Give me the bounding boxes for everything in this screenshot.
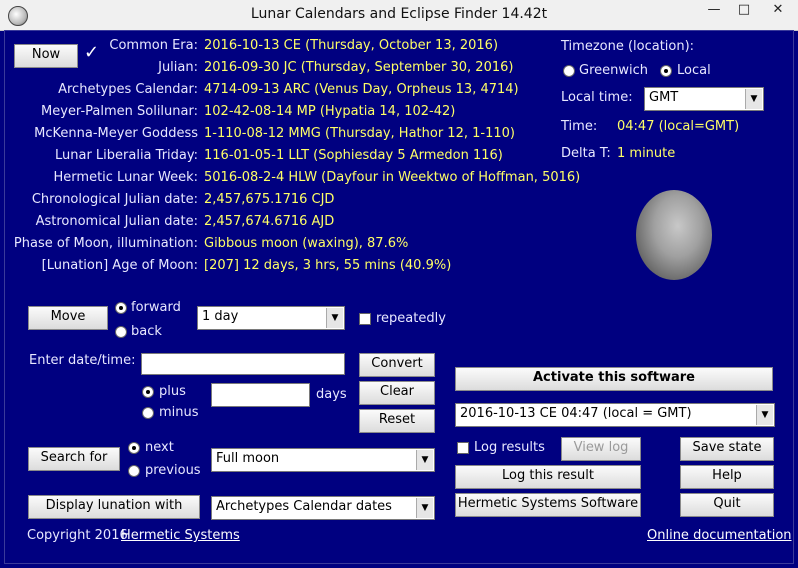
row-value-archetypes: 4714-09-13 ARC (Venus Day, Orpheus 13, 4…: [204, 82, 519, 97]
date-time-input[interactable]: [141, 353, 345, 375]
result-select[interactable]: 2016-10-13 CE 04:47 (local = GMT) ▼: [455, 403, 775, 427]
row-value-phase: Gibbous moon (waxing), 87.6%: [204, 236, 409, 251]
result-select-value: 2016-10-13 CE 04:47 (local = GMT): [460, 406, 692, 421]
row-label-astro-jd: Astronomical Julian date:: [35, 214, 198, 229]
log-results-checkbox[interactable]: [457, 442, 469, 454]
row-value-mckenna-meyer: 1-110-08-12 MMG (Thursday, Hathor 12, 1-…: [204, 126, 515, 141]
row-label-julian: Julian:: [158, 60, 198, 75]
row-value-astro-jd: 2,457,674.6716 AJD: [204, 214, 335, 229]
row-label-archetypes: Archetypes Calendar:: [58, 82, 198, 97]
repeatedly-label: repeatedly: [376, 311, 446, 326]
save-state-button[interactable]: Save state: [680, 437, 774, 461]
row-value-hermetic-week: 5016-08-2-4 HLW (Dayfour in Weektwo of H…: [204, 170, 581, 185]
maximize-button[interactable]: □: [730, 0, 758, 22]
search-for-button[interactable]: Search for: [28, 447, 120, 471]
greenwich-label: Greenwich: [579, 63, 648, 78]
row-label-hermetic-week: Hermetic Lunar Week:: [53, 170, 198, 185]
previous-label: previous: [145, 463, 201, 478]
log-results-label: Log results: [474, 440, 545, 455]
time-label: Time:: [561, 119, 598, 134]
window-title: Lunar Calendars and Eclipse Finder 14.42…: [250, 6, 548, 22]
local-radio[interactable]: [660, 65, 672, 77]
row-label-common-era: Common Era:: [109, 38, 198, 53]
row-label-chrono-jd: Chronological Julian date:: [31, 192, 198, 207]
delta-t-label: Delta T:: [561, 146, 611, 161]
hermetic-systems-link[interactable]: Hermetic Systems: [121, 528, 240, 543]
days-input[interactable]: [211, 383, 310, 407]
lunation-dates-select[interactable]: Archetypes Calendar dates ▼: [211, 496, 435, 520]
previous-radio[interactable]: [128, 465, 140, 477]
forward-radio[interactable]: [115, 302, 127, 314]
local-time-select-value: GMT: [649, 90, 679, 105]
back-radio[interactable]: [115, 326, 127, 338]
reset-button[interactable]: Reset: [359, 409, 435, 433]
timezone-heading: Timezone (location):: [561, 39, 695, 54]
chevron-down-icon: ▼: [326, 308, 343, 328]
plus-radio[interactable]: [142, 386, 154, 398]
row-value-age: [207] 12 days, 3 hrs, 55 mins (40.9%): [204, 258, 452, 273]
greenwich-radio[interactable]: [563, 65, 575, 77]
minus-radio[interactable]: [142, 407, 154, 419]
row-label-lunar-liberalia: Lunar Liberalia Triday:: [54, 148, 198, 163]
row-value-julian: 2016-09-30 JC (Thursday, September 30, 2…: [204, 60, 514, 75]
convert-button[interactable]: Convert: [359, 353, 435, 377]
plus-label: plus: [159, 384, 186, 399]
forward-label: forward: [131, 300, 181, 315]
local-time-label: Local time:: [561, 90, 633, 105]
back-label: back: [131, 324, 162, 339]
hermetic-software-button[interactable]: Hermetic Systems Software: [455, 493, 641, 517]
row-label-age: [Lunation] Age of Moon:: [41, 258, 198, 273]
activate-button[interactable]: Activate this software: [455, 367, 773, 391]
time-value: 04:47 (local=GMT): [617, 119, 740, 134]
next-label: next: [145, 440, 174, 455]
copyright-text: Copyright 2016: [27, 528, 128, 543]
next-radio[interactable]: [128, 442, 140, 454]
row-label-phase: Phase of Moon, illumination:: [13, 236, 198, 251]
log-this-result-button[interactable]: Log this result: [455, 465, 641, 489]
row-label-mckenna-meyer: McKenna-Meyer Goddess: [34, 126, 198, 141]
display-lunation-button[interactable]: Display lunation with: [28, 495, 200, 519]
move-interval-select[interactable]: 1 day ▼: [197, 306, 345, 330]
moon-phase-image: [636, 190, 712, 280]
minimize-button[interactable]: —: [700, 0, 728, 22]
search-target-select[interactable]: Full moon ▼: [211, 448, 435, 472]
clear-button[interactable]: Clear: [359, 381, 435, 405]
move-button[interactable]: Move: [28, 306, 108, 330]
row-value-meyer-palmen: 102-42-08-14 MP (Hypatia 14, 102-42): [204, 104, 456, 119]
lunation-dates-value: Archetypes Calendar dates: [216, 499, 392, 514]
days-label: days: [316, 387, 347, 402]
online-documentation-link[interactable]: Online documentation: [647, 528, 792, 543]
repeatedly-checkbox[interactable]: [359, 313, 371, 325]
chevron-down-icon: ▼: [745, 89, 762, 109]
search-target-value: Full moon: [216, 451, 280, 466]
local-time-select[interactable]: GMT ▼: [644, 87, 764, 111]
enter-date-label: Enter date/time:: [29, 353, 136, 368]
row-value-lunar-liberalia: 116-01-05-1 LLT (Sophiesday 5 Armedon 11…: [204, 148, 503, 163]
chevron-down-icon: ▼: [756, 405, 773, 425]
chevron-down-icon: ▼: [416, 498, 433, 518]
delta-t-value: 1 minute: [617, 146, 676, 161]
quit-button[interactable]: Quit: [680, 493, 774, 517]
row-label-meyer-palmen: Meyer-Palmen Solilunar:: [41, 104, 198, 119]
help-button[interactable]: Help: [680, 465, 774, 489]
title-bar: Lunar Calendars and Eclipse Finder 14.42…: [0, 0, 798, 31]
close-button[interactable]: ✕: [760, 0, 796, 22]
local-label: Local: [677, 63, 711, 78]
row-value-common-era: 2016-10-13 CE (Thursday, October 13, 201…: [204, 38, 499, 53]
chevron-down-icon: ▼: [416, 450, 433, 470]
minus-label: minus: [159, 405, 199, 420]
move-interval-value: 1 day: [202, 309, 239, 324]
row-value-chrono-jd: 2,457,675.1716 CJD: [204, 192, 335, 207]
view-log-button[interactable]: View log: [561, 437, 641, 461]
